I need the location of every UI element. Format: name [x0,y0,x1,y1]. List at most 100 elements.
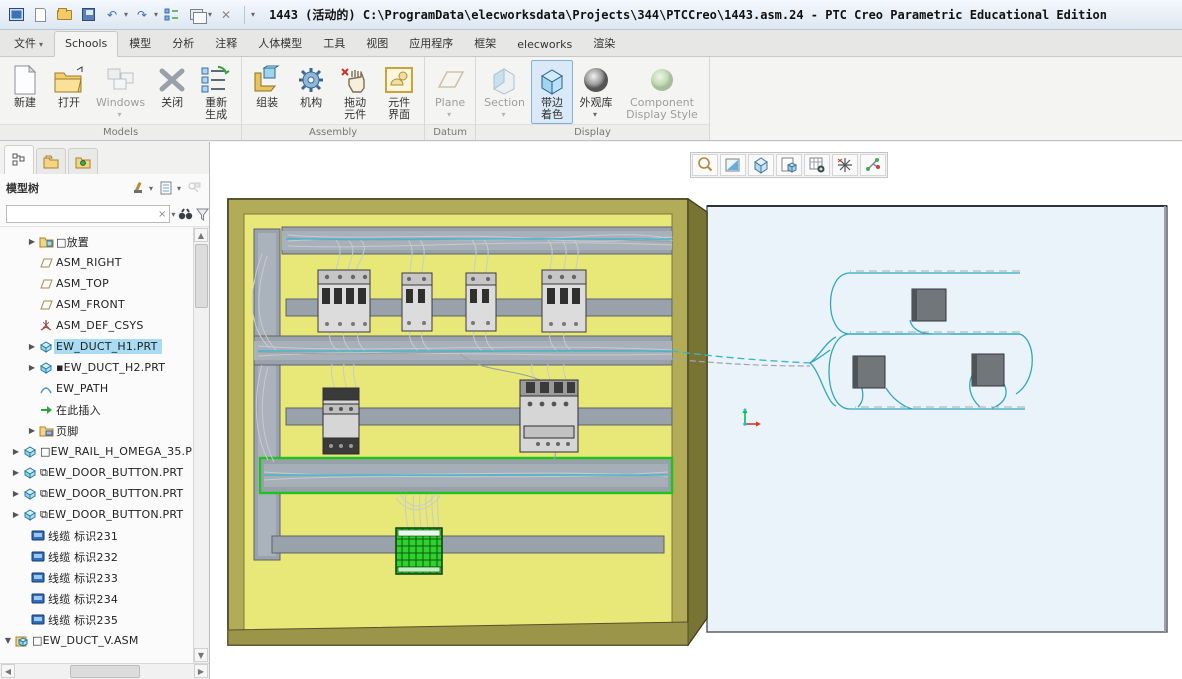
tree-search-locked-icon[interactable] [185,179,203,197]
undo-dropdown[interactable]: ▾ [124,10,128,19]
tree-item[interactable]: 在此插入 [0,399,193,420]
tree-item[interactable]: ▶⧉EW_DOOR_BUTTON.PRT [0,462,193,483]
close-button[interactable]: 关闭 [151,60,193,112]
expand-arrow[interactable]: ▶ [26,237,38,246]
drag-components-button[interactable]: 拖动元件 [334,60,376,124]
tab-schools[interactable]: Schools [54,31,118,57]
tab-elecworks[interactable]: elecworks [507,33,582,56]
expand-arrow[interactable]: ▶ [10,510,22,519]
undo-icon[interactable]: ↶ [102,5,122,25]
group-label-assembly: Assembly [242,124,424,140]
tree-item[interactable]: ▼□EW_DUCT_V.ASM [0,630,193,651]
redo-icon[interactable]: ↷ [132,5,152,25]
folder-browser-tab[interactable] [36,148,66,174]
tab-applications[interactable]: 应用程序 [399,30,463,56]
new-button[interactable]: 新建 [4,60,46,112]
tree-tools-dropdown[interactable]: ▾ [149,184,153,193]
save-icon[interactable] [78,5,98,25]
horizontal-scroll-thumb[interactable] [70,665,140,678]
filter-funnel-icon[interactable] [196,206,209,222]
tree-item-selected[interactable]: ▶EW_DUCT_H1.PRT [0,336,193,357]
search-clear-icon[interactable]: × [155,209,169,220]
part-icon [22,508,38,522]
expand-arrow[interactable]: ▶ [26,363,38,372]
tree-search-box[interactable]: × [6,205,170,223]
tree-item[interactable]: 线缆 标识235 [0,609,193,630]
tree-horizontal-scrollbar[interactable]: ◀ ▶ [0,663,209,679]
plane-button[interactable]: Plane ▾ [429,60,471,122]
scroll-down-arrow[interactable]: ▼ [194,648,208,662]
quick-access-customize-icon[interactable]: ▾ [251,10,255,19]
windows-button[interactable]: Windows ▾ [92,60,149,122]
tree-item[interactable]: ASM_DEF_CSYS [0,315,193,336]
navigator-panel: 模型树 ▾ ▾ × ▾ [0,142,210,679]
expand-arrow[interactable]: ▶ [26,342,38,351]
expand-arrow[interactable]: ▶ [26,426,38,435]
model-tree-tab[interactable] [4,145,34,174]
search-dropdown[interactable]: ▾ [171,210,175,219]
regenerate-icon[interactable] [162,5,182,25]
tab-file[interactable]: 文件▾ [4,30,53,56]
door-panel[interactable] [707,206,1167,632]
open-icon[interactable] [54,5,74,25]
graphics-viewport[interactable] [210,142,1182,679]
tree-item[interactable]: ▶⧉EW_DOOR_BUTTON.PRT [0,483,193,504]
tree-settings-dropdown[interactable]: ▾ [177,184,181,193]
vertical-scroll-thumb[interactable] [195,244,208,308]
tree-settings-icon[interactable] [157,179,175,197]
component-interface-button[interactable]: 元件界面 [378,60,420,124]
assembly-icon [14,634,30,648]
tab-framework[interactable]: 框架 [464,30,506,56]
tree-item[interactable]: ▶页脚 [0,420,193,441]
assemble-button[interactable]: 组装 [246,60,288,112]
open-button[interactable]: 打开 [48,60,90,112]
scroll-right-arrow[interactable]: ▶ [194,664,208,678]
tree-item[interactable]: 线缆 标识231 [0,525,193,546]
section-button[interactable]: Section ▾ [480,60,529,122]
tab-view[interactable]: 视图 [356,30,398,56]
expand-arrow[interactable]: ▶ [10,489,22,498]
appearance-gallery-button[interactable]: 外观库 ▾ [575,60,617,122]
tree-item[interactable]: ▶⧉EW_DOOR_BUTTON.PRT [0,504,193,525]
expand-arrow[interactable]: ▶ [10,468,22,477]
tree-item[interactable]: ASM_TOP [0,273,193,294]
tab-render[interactable]: 渲染 [583,30,625,56]
close-window-icon[interactable]: ✕ [216,5,236,25]
favorites-tab[interactable] [68,148,98,174]
tree-vertical-scrollbar[interactable]: ▲ ▼ [193,227,209,663]
tree-item[interactable]: ▶▪EW_DUCT_H2.PRT [0,357,193,378]
find-binoculars-icon[interactable] [178,206,193,222]
tab-analysis[interactable]: 分析 [162,30,204,56]
tree-item[interactable]: EW_PATH [0,378,193,399]
tree-item[interactable]: 线缆 标识232 [0,546,193,567]
redo-dropdown[interactable]: ▾ [154,10,158,19]
tree-item[interactable]: ▶□放置 [0,231,193,252]
tree-item[interactable]: ASM_FRONT [0,294,193,315]
gray-sphere-icon [579,63,613,97]
component-display-style-button[interactable]: Component Display Style [619,60,705,124]
tab-annotate[interactable]: 注释 [205,30,247,56]
expand-arrow[interactable]: ▶ [10,447,22,456]
tree-item[interactable]: 线缆 标识233 [0,567,193,588]
windows-arrange-icon[interactable] [186,5,206,25]
collapse-arrow[interactable]: ▼ [2,636,14,645]
shaded-with-edges-button[interactable]: 带边着色 [531,60,573,124]
tree-item[interactable]: ▶□EW_RAIL_H_OMEGA_35.PRT [0,441,193,462]
windows-arrange-dropdown[interactable]: ▾ [208,10,212,19]
tree-item[interactable]: 线缆 标识234 [0,588,193,609]
tree-tools-icon[interactable] [129,179,147,197]
new-icon[interactable] [30,5,50,25]
tree-search-input[interactable] [7,207,155,221]
3d-scene[interactable] [210,142,1182,679]
tab-model[interactable]: 模型 [119,30,161,56]
app-icon[interactable] [6,5,26,25]
tab-manikin[interactable]: 人体模型 [248,30,312,56]
regenerate-button[interactable]: 重新生成 [195,60,237,124]
terminal-block[interactable] [396,528,442,574]
tab-tools[interactable]: 工具 [313,30,355,56]
scroll-left-arrow[interactable]: ◀ [1,664,15,678]
scroll-up-arrow[interactable]: ▲ [194,228,208,242]
mechanism-button[interactable]: 机构 [290,60,332,112]
tree-item[interactable]: ASM_RIGHT [0,252,193,273]
cable-icon [30,529,46,543]
